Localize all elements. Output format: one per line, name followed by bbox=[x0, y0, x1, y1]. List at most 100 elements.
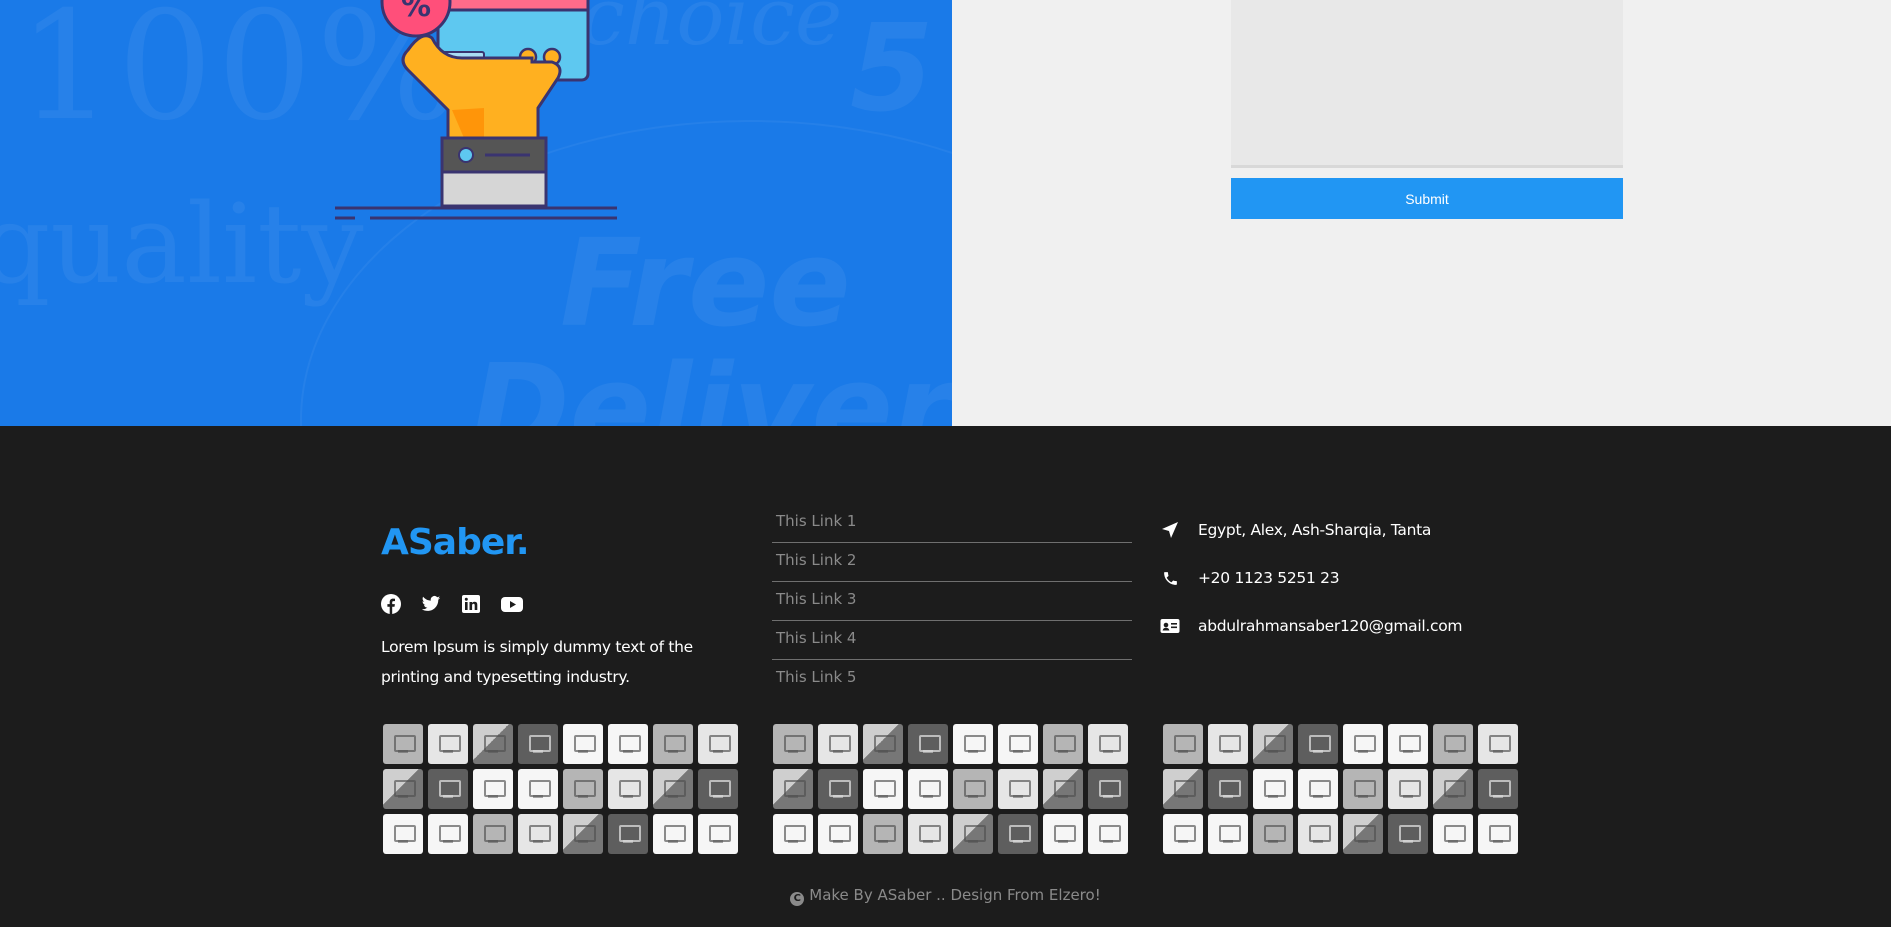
gallery-thumbnail[interactable] bbox=[1253, 814, 1293, 854]
gallery-thumbnail[interactable] bbox=[1298, 724, 1338, 764]
gallery-thumbnail[interactable] bbox=[953, 814, 993, 854]
contact-card-icon bbox=[1160, 616, 1180, 636]
gallery-thumbnail[interactable] bbox=[1478, 814, 1518, 854]
message-textarea[interactable] bbox=[1231, 0, 1623, 168]
gallery-thumbnail[interactable] bbox=[383, 814, 423, 854]
copyright-text: Make By ASaber .. Design From Elzero! bbox=[809, 886, 1101, 904]
gallery-thumbnail[interactable] bbox=[1343, 724, 1383, 764]
gallery-thumbnail[interactable] bbox=[1478, 724, 1518, 764]
gallery-thumbnail[interactable] bbox=[1088, 724, 1128, 764]
gallery-thumbnail[interactable] bbox=[698, 769, 738, 809]
gallery-thumbnail[interactable] bbox=[998, 814, 1038, 854]
gallery-thumbnail[interactable] bbox=[1043, 814, 1083, 854]
submit-button[interactable]: Submit bbox=[1231, 178, 1623, 219]
gallery-thumbnail[interactable] bbox=[863, 769, 903, 809]
gallery-thumbnail[interactable] bbox=[863, 724, 903, 764]
gallery-thumbnail[interactable] bbox=[863, 814, 903, 854]
gallery-thumbnail[interactable] bbox=[908, 724, 948, 764]
gallery-thumbnail[interactable] bbox=[1298, 814, 1338, 854]
copyright-icon: C bbox=[790, 892, 805, 906]
footer-link[interactable]: This Link 4 bbox=[772, 621, 1132, 660]
gallery-thumbnail[interactable] bbox=[563, 769, 603, 809]
gallery-thumbnail[interactable] bbox=[608, 814, 648, 854]
gallery-thumbnail[interactable] bbox=[653, 724, 693, 764]
gallery-thumbnail[interactable] bbox=[653, 814, 693, 854]
banner-bg-word: quality bbox=[0, 180, 364, 308]
copyright-notice: C Make By ASaber .. Design From Elzero! bbox=[0, 886, 1891, 906]
linkedin-icon[interactable] bbox=[461, 594, 481, 614]
gallery-thumbnail[interactable] bbox=[473, 724, 513, 764]
svg-text:%: % bbox=[401, 0, 431, 24]
gallery-thumbnail[interactable] bbox=[998, 724, 1038, 764]
gallery-thumbnail[interactable] bbox=[653, 769, 693, 809]
contact-form-panel: Submit bbox=[952, 0, 1891, 426]
gallery-thumbnail[interactable] bbox=[1043, 769, 1083, 809]
gallery-thumbnail[interactable] bbox=[953, 724, 993, 764]
gallery-thumbnail[interactable] bbox=[1208, 724, 1248, 764]
gallery-thumbnail[interactable] bbox=[518, 814, 558, 854]
gallery-thumbnail[interactable] bbox=[998, 769, 1038, 809]
gallery-thumbnail[interactable] bbox=[428, 724, 468, 764]
phone-text: +20 1123 5251 23 bbox=[1198, 569, 1340, 587]
gallery-thumbnail[interactable] bbox=[1163, 769, 1203, 809]
gallery-thumbnail[interactable] bbox=[818, 814, 858, 854]
gallery-thumbnail[interactable] bbox=[773, 769, 813, 809]
banner-bg-word: 5 bbox=[850, 0, 934, 139]
footer-link[interactable]: This Link 5 bbox=[772, 660, 1132, 699]
gallery-thumbnail[interactable] bbox=[1253, 724, 1293, 764]
gallery-thumbnail[interactable] bbox=[428, 769, 468, 809]
gallery-thumbnail[interactable] bbox=[1343, 814, 1383, 854]
footer-link[interactable]: This Link 1 bbox=[772, 504, 1132, 543]
email-text: abdulrahmansaber120@gmail.com bbox=[1198, 617, 1463, 635]
gallery-thumbnail[interactable] bbox=[773, 724, 813, 764]
gallery-thumbnail[interactable] bbox=[473, 769, 513, 809]
gallery-thumbnail[interactable] bbox=[818, 724, 858, 764]
gallery-thumbnail[interactable] bbox=[698, 814, 738, 854]
gallery-thumbnail[interactable] bbox=[1433, 769, 1473, 809]
hero-banner: 100% quality choice Free Delivery 5 % bbox=[0, 0, 952, 426]
gallery-thumbnail[interactable] bbox=[1043, 724, 1083, 764]
footer-link[interactable]: This Link 3 bbox=[772, 582, 1132, 621]
gallery-thumbnail[interactable] bbox=[428, 814, 468, 854]
gallery-thumbnail[interactable] bbox=[383, 769, 423, 809]
gallery-thumbnail[interactable] bbox=[608, 769, 648, 809]
gallery-thumbnail[interactable] bbox=[773, 814, 813, 854]
gallery-thumbnail[interactable] bbox=[953, 769, 993, 809]
gallery-thumbnail[interactable] bbox=[698, 724, 738, 764]
gallery-thumbnail[interactable] bbox=[383, 724, 423, 764]
gallery-thumbnail[interactable] bbox=[1208, 769, 1248, 809]
gallery-thumbnail[interactable] bbox=[1433, 814, 1473, 854]
footer-link[interactable]: This Link 2 bbox=[772, 543, 1132, 582]
gallery-thumbnail[interactable] bbox=[818, 769, 858, 809]
gallery-thumbnail[interactable] bbox=[1388, 769, 1428, 809]
footer-gallery bbox=[1163, 724, 1518, 854]
contact-phone: +20 1123 5251 23 bbox=[1160, 554, 1462, 602]
gallery-thumbnail[interactable] bbox=[563, 724, 603, 764]
gallery-thumbnail[interactable] bbox=[1208, 814, 1248, 854]
youtube-icon[interactable] bbox=[501, 594, 523, 614]
gallery-thumbnail[interactable] bbox=[1088, 814, 1128, 854]
footer-links: This Link 1 This Link 2 This Link 3 This… bbox=[772, 504, 1132, 699]
contact-address: Egypt, Alex, Ash-Sharqia, Tanta bbox=[1160, 506, 1462, 554]
facebook-icon[interactable] bbox=[381, 594, 401, 614]
gallery-thumbnail[interactable] bbox=[1343, 769, 1383, 809]
gallery-thumbnail[interactable] bbox=[1088, 769, 1128, 809]
gallery-thumbnail[interactable] bbox=[563, 814, 603, 854]
gallery-thumbnail[interactable] bbox=[908, 814, 948, 854]
gallery-thumbnail[interactable] bbox=[473, 814, 513, 854]
gallery-thumbnail[interactable] bbox=[1163, 724, 1203, 764]
gallery-thumbnail[interactable] bbox=[518, 769, 558, 809]
twitter-icon[interactable] bbox=[421, 594, 441, 614]
gallery-thumbnail[interactable] bbox=[1298, 769, 1338, 809]
gallery-thumbnail[interactable] bbox=[1388, 814, 1428, 854]
gallery-thumbnail[interactable] bbox=[608, 724, 648, 764]
gallery-thumbnail[interactable] bbox=[518, 724, 558, 764]
gallery-thumbnail[interactable] bbox=[1388, 724, 1428, 764]
gallery-thumbnail[interactable] bbox=[1253, 769, 1293, 809]
gallery-thumbnail[interactable] bbox=[1478, 769, 1518, 809]
gallery-thumbnail[interactable] bbox=[1433, 724, 1473, 764]
gallery-thumbnail[interactable] bbox=[908, 769, 948, 809]
footer-about-text: Lorem Ipsum is simply dummy text of the … bbox=[381, 638, 693, 686]
gallery-thumbnail[interactable] bbox=[1163, 814, 1203, 854]
footer-brand-logo[interactable]: ASaber. bbox=[381, 522, 530, 563]
